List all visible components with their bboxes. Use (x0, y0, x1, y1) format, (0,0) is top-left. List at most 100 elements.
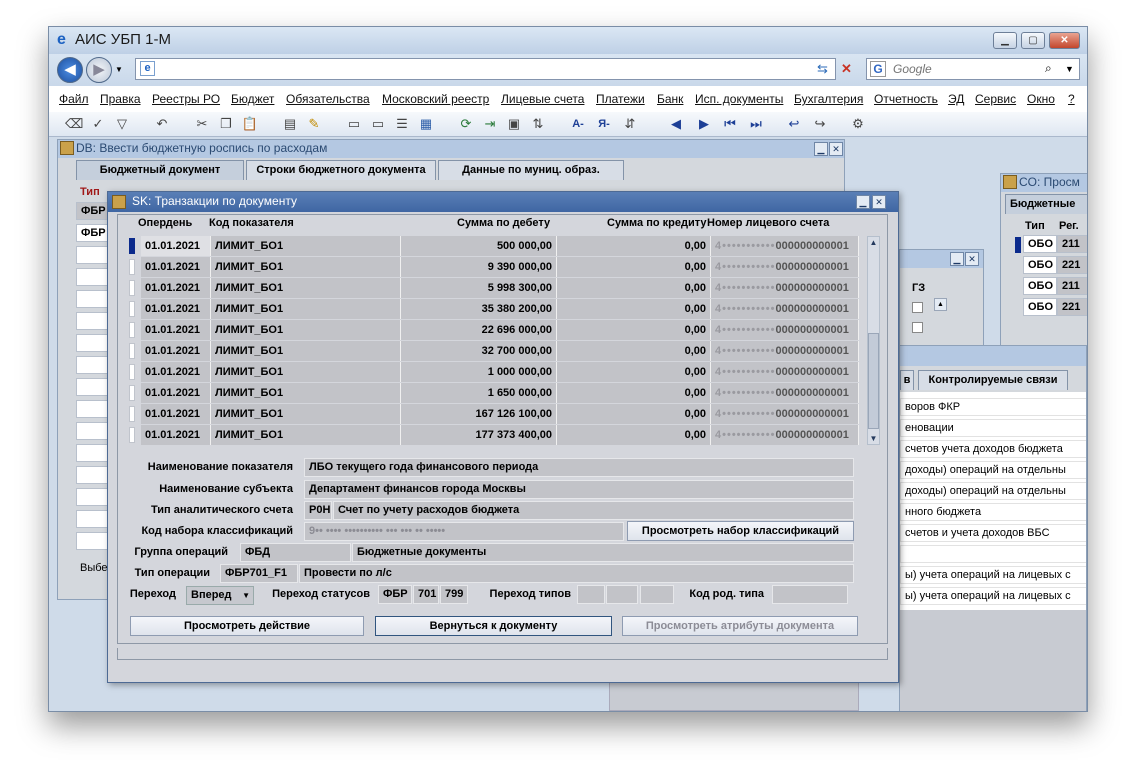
paste-icon[interactable]: 📋 (241, 115, 259, 133)
undo-icon[interactable]: ↶ (153, 115, 171, 133)
cell-debit[interactable]: 32 700 000,00 (401, 341, 557, 361)
copy-icon[interactable]: ❐ (217, 115, 235, 133)
tab-budget[interactable]: Бюджетные (1005, 194, 1087, 214)
menu-help[interactable]: ? (1068, 92, 1075, 106)
history-dropdown-icon[interactable]: ▼ (115, 65, 123, 74)
cell-debit[interactable]: 35 380 200,00 (401, 299, 557, 319)
cell-code[interactable]: ЛИМИТ_БО1 (211, 341, 401, 361)
menu-exec-docs[interactable]: Исп. документы (695, 92, 783, 106)
co-row-reg[interactable]: 221 (1057, 298, 1087, 316)
link-item[interactable]: ы) учета операций на лицевых с (900, 587, 1086, 605)
form-icon[interactable]: ▦ (417, 115, 435, 133)
close-button[interactable]: ✕ (1049, 32, 1080, 49)
cell-account[interactable]: 4•••••••••••000000000001 (711, 362, 859, 382)
menu-accounting[interactable]: Бухгалтерия (794, 92, 863, 106)
eraser-icon[interactable]: ⌫ (65, 115, 83, 133)
view-attributes-button[interactable]: Просмотреть атрибуты документа (622, 616, 858, 636)
operation-type-code[interactable]: ФБР701_F1 (220, 564, 298, 583)
cell-credit[interactable]: 0,00 (557, 362, 711, 382)
doc-copy-icon[interactable]: ▭ (369, 115, 387, 133)
table-row[interactable]: 01.01.2021 ЛИМИТ_БО1 1 650 000,00 0,00 4… (141, 383, 865, 403)
filter-icon[interactable]: ▽ (113, 115, 131, 133)
sort-icon[interactable]: ⇅ (529, 115, 547, 133)
minimize-button[interactable]: ▁ (993, 32, 1017, 49)
maximize-button[interactable]: ▢ (1021, 32, 1045, 49)
empty-cell[interactable] (76, 400, 110, 418)
cell-debit[interactable]: 500 000,00 (401, 236, 557, 256)
empty-cell[interactable] (76, 510, 110, 528)
cell-debit[interactable]: 177 373 400,00 (401, 425, 557, 445)
status-from-field[interactable]: ФБР (378, 585, 412, 604)
doc-list-icon[interactable]: ☰ (393, 115, 411, 133)
cell-code[interactable]: ЛИМИТ_БО1 (211, 236, 401, 256)
search-icon[interactable]: ⌕ (1045, 61, 1052, 76)
row-type-cell[interactable]: ФБР (76, 202, 110, 220)
scroll-up-icon[interactable]: ▲ (934, 298, 947, 311)
close-icon[interactable]: ✕ (965, 252, 979, 266)
link-item[interactable]: нного бюджета (900, 503, 1086, 521)
menu-service[interactable]: Сервис (975, 92, 1016, 106)
empty-cell[interactable] (76, 488, 110, 506)
cell-code[interactable]: ЛИМИТ_БО1 (211, 278, 401, 298)
cell-credit[interactable]: 0,00 (557, 236, 711, 256)
link-item[interactable]: доходы) операций на отдельны (900, 461, 1086, 479)
empty-cell[interactable] (76, 356, 110, 374)
co-row-type[interactable]: ОБО (1023, 235, 1057, 253)
cell-date[interactable]: 01.01.2021 (141, 425, 211, 445)
first-record-icon[interactable]: ⏮ (721, 115, 739, 133)
link-item[interactable]: доходы) операций на отдельны (900, 482, 1086, 500)
menu-ed[interactable]: ЭД (948, 92, 964, 106)
cell-code[interactable]: ЛИМИТ_БО1 (211, 320, 401, 340)
cell-date[interactable]: 01.01.2021 (141, 257, 211, 277)
sort-asc-icon[interactable]: A-Я (569, 115, 587, 148)
cell-account[interactable]: 4•••••••••••000000000001 (711, 404, 859, 424)
menu-budget[interactable]: Бюджет (231, 92, 274, 106)
operation-group-field[interactable]: Бюджетные документы (352, 543, 854, 562)
return-icon[interactable]: ↩ (785, 115, 803, 133)
empty-cell[interactable] (76, 532, 110, 550)
empty-cell[interactable] (76, 378, 110, 396)
search-box[interactable]: G ⌕ ▼ (866, 58, 1080, 80)
forward-icon[interactable]: ↪ (811, 115, 829, 133)
cell-account[interactable]: 4•••••••••••000000000001 (711, 299, 859, 319)
menu-obligations[interactable]: Обязательства (286, 92, 370, 106)
cell-credit[interactable]: 0,00 (557, 278, 711, 298)
cell-credit[interactable]: 0,00 (557, 383, 711, 403)
last-record-icon[interactable]: ⏭ (747, 115, 765, 133)
cell-account[interactable]: 4•••••••••••000000000001 (711, 383, 859, 403)
table-row[interactable]: 01.01.2021 ЛИМИТ_БО1 177 373 400,00 0,00… (141, 425, 865, 445)
cell-date[interactable]: 01.01.2021 (141, 320, 211, 340)
type-from-field[interactable] (577, 585, 605, 604)
empty-cell[interactable] (76, 290, 110, 308)
menu-bank[interactable]: Банк (657, 92, 683, 106)
subject-field[interactable]: Департамент финансов города Москвы (304, 480, 854, 499)
table-row[interactable]: 01.01.2021 ЛИМИТ_БО1 35 380 200,00 0,00 … (141, 299, 865, 319)
link-item[interactable]: счетов и учета доходов ВБС (900, 524, 1086, 542)
menu-accounts[interactable]: Лицевые счета (501, 92, 584, 106)
cell-code[interactable]: ЛИМИТ_БО1 (211, 362, 401, 382)
clipboard-icon[interactable]: ▣ (505, 115, 523, 133)
account-type-field[interactable]: Счет по учету расходов бюджета (333, 501, 854, 520)
prev-record-icon[interactable]: ◀ (667, 115, 685, 133)
classification-field[interactable]: 9•• •••• •••••••••• ••• ••• •• ••••• (304, 522, 624, 541)
tab-document-lines[interactable]: Строки бюджетного документа (246, 160, 436, 180)
menu-registers[interactable]: Реестры РО (152, 92, 220, 106)
cell-credit[interactable]: 0,00 (557, 320, 711, 340)
next-record-icon[interactable]: ▶ (695, 115, 713, 133)
back-button[interactable]: ◀ (57, 57, 83, 83)
cell-credit[interactable]: 0,00 (557, 404, 711, 424)
link-item[interactable]: воров ФКР (900, 398, 1086, 416)
cut-icon[interactable]: ✂ (193, 115, 211, 133)
gz-checkbox[interactable] (912, 322, 923, 333)
forward-button[interactable]: ▶ (86, 57, 112, 83)
row-type-cell[interactable]: ФБР (76, 224, 110, 242)
cell-date[interactable]: 01.01.2021 (141, 383, 211, 403)
empty-cell[interactable] (76, 246, 110, 264)
stop-icon[interactable]: ✕ (841, 61, 852, 77)
table-row[interactable]: 01.01.2021 ЛИМИТ_БО1 32 700 000,00 0,00 … (141, 341, 865, 361)
menu-moscow-register[interactable]: Московский реестр (382, 92, 489, 106)
empty-cell[interactable] (76, 422, 110, 440)
cell-code[interactable]: ЛИМИТ_БО1 (211, 299, 401, 319)
cell-debit[interactable]: 5 998 300,00 (401, 278, 557, 298)
menu-reports[interactable]: Отчетность (874, 92, 938, 106)
